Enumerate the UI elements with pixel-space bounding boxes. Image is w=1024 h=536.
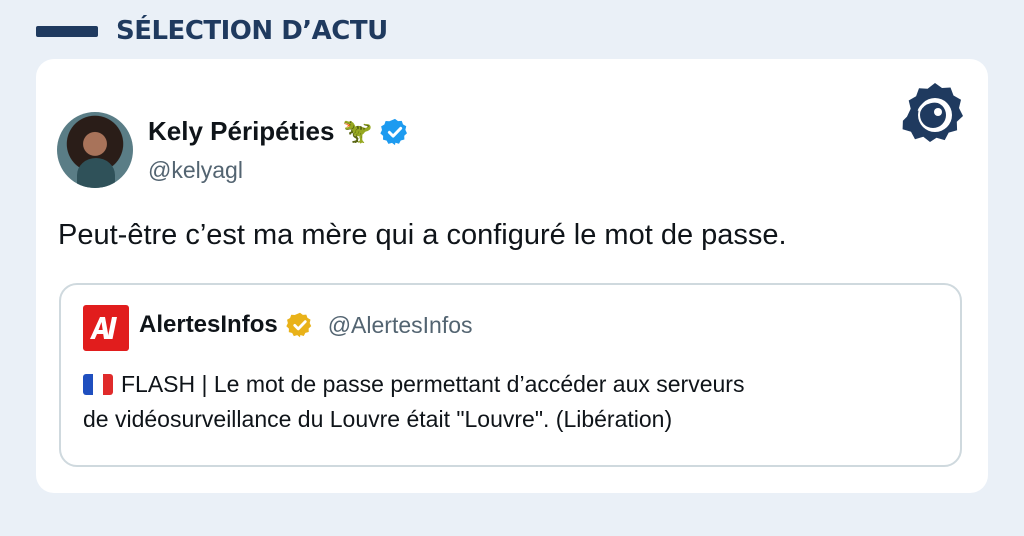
section-title: SÉLECTION D’ACTU bbox=[116, 16, 388, 46]
author-name[interactable]: Kely Péripéties bbox=[148, 116, 334, 147]
quoted-text-line-1: FLASH | Le mot de passe permettant d’acc… bbox=[83, 367, 943, 402]
tweet-text: Peut-être c’est ma mère qui a configuré … bbox=[58, 219, 787, 251]
verified-badge-icon bbox=[380, 118, 408, 145]
dinosaur-emoji-icon: 🦖 bbox=[342, 117, 373, 145]
section-header: SÉLECTION D’ACTU bbox=[36, 14, 388, 48]
header-accent-bar bbox=[36, 25, 98, 37]
author-name-row: Kely Péripéties 🦖 bbox=[148, 116, 410, 147]
quoted-author-name[interactable]: AlertesInfos bbox=[139, 311, 278, 339]
brand-logo-icon[interactable] bbox=[902, 81, 968, 147]
quoted-author-handle[interactable]: @AlertesInfos bbox=[328, 312, 473, 339]
quoted-author-row: AlertesInfos @AlertesInfos bbox=[139, 311, 473, 339]
author-handle[interactable]: @kelyagl bbox=[148, 157, 243, 184]
tweet-card[interactable]: Kely Péripéties 🦖 @kelyagl Peut-être c’e… bbox=[36, 59, 988, 493]
quoted-tweet-text: FLASH | Le mot de passe permettant d’acc… bbox=[83, 367, 943, 437]
quoted-text-line-1-content: FLASH | Le mot de passe permettant d’acc… bbox=[121, 371, 745, 397]
france-flag-icon bbox=[83, 374, 113, 395]
quoted-text-line-2: de vidéosurveillance du Louvre était "Lo… bbox=[83, 406, 673, 432]
alertesinfos-logo-icon bbox=[90, 317, 117, 339]
quoted-tweet[interactable]: AlertesInfos @AlertesInfos FLASH | Le mo… bbox=[59, 283, 962, 467]
gold-verified-badge-icon bbox=[286, 312, 311, 338]
author-avatar[interactable] bbox=[57, 112, 133, 188]
quoted-author-avatar[interactable] bbox=[83, 305, 129, 351]
